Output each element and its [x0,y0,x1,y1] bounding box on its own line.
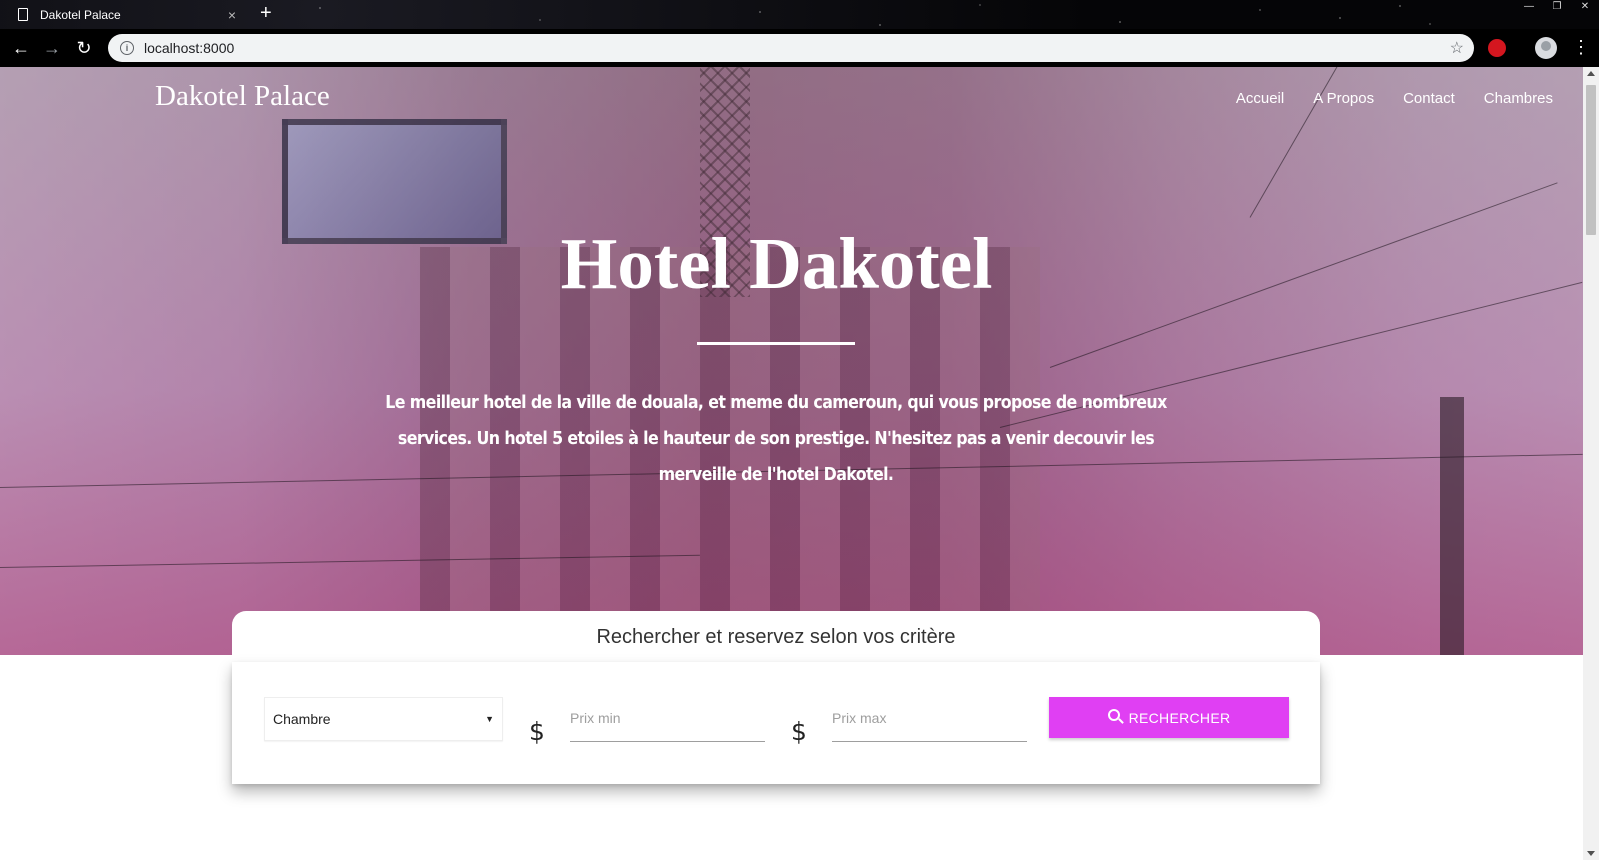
bookmark-star-icon[interactable]: ☆ [1450,38,1464,58]
dollar-icon: $ [791,717,807,746]
vertical-scrollbar[interactable] [1583,67,1599,860]
hero-divider [697,342,855,345]
extension-icon[interactable] [1488,39,1506,57]
restore-icon[interactable]: ❐ [1543,0,1571,14]
room-type-value: Chambre [273,711,331,727]
scrollbar-thumb[interactable] [1586,85,1596,235]
nav-link-a-propos[interactable]: A Propos [1313,90,1374,107]
forward-button[interactable]: → [40,36,64,60]
main-nav: Accueil A Propos Contact Chambres [1236,90,1553,107]
browser-tab-strip: Dakotel Palace × + — ❐ ✕ [0,0,1599,29]
site-brand[interactable]: Dakotel Palace [155,80,330,113]
browser-toolbar: ← → ↻ i localhost:8000 ☆ ⋮ [0,29,1599,67]
close-window-icon[interactable]: ✕ [1571,0,1599,14]
hero-background-pole [1440,397,1464,655]
window-controls: — ❐ ✕ [1515,0,1599,14]
hero-section: Dakotel Palace Accueil A Propos Contact … [0,67,1583,655]
browser-menu-icon[interactable]: ⋮ [1572,37,1590,57]
url-text[interactable]: localhost:8000 [144,40,1450,56]
nav-link-contact[interactable]: Contact [1403,90,1455,107]
search-button[interactable]: RECHERCHER [1049,697,1289,738]
room-type-select[interactable]: Chambre ▼ [264,697,503,741]
search-heading: Rechercher et reservez selon vos critère [232,611,1320,661]
chevron-down-icon: ▼ [485,714,494,724]
site-info-icon[interactable]: i [120,41,134,55]
address-bar[interactable]: i localhost:8000 ☆ [108,34,1474,62]
search-form: Chambre ▼ $ Prix min $ Prix max RECHERCH… [232,662,1320,784]
tab-close-icon[interactable]: × [228,7,236,23]
price-min-input[interactable]: Prix min [570,702,765,742]
nav-link-chambres[interactable]: Chambres [1484,90,1553,107]
page-viewport: Dakotel Palace Accueil A Propos Contact … [0,67,1583,860]
scroll-up-icon[interactable] [1587,71,1595,76]
price-max-input[interactable]: Prix max [832,702,1027,742]
search-icon [1107,708,1120,721]
search-button-label: RECHERCHER [1128,709,1231,726]
dollar-icon: $ [529,717,545,746]
reload-button[interactable]: ↻ [72,36,96,60]
profile-avatar-icon[interactable] [1535,37,1557,59]
hero-title: Hotel Dakotel [560,223,993,304]
document-icon [18,8,28,21]
hero-description: Le meilleur hotel de la ville de douala,… [385,392,1167,485]
nav-link-accueil[interactable]: Accueil [1236,90,1284,107]
scroll-down-icon[interactable] [1587,851,1595,856]
tab-title: Dakotel Palace [40,7,121,22]
new-tab-button[interactable]: + [260,3,272,23]
back-button[interactable]: ← [9,36,33,60]
minimize-icon[interactable]: — [1515,0,1543,14]
browser-tab[interactable]: Dakotel Palace × [8,0,246,29]
